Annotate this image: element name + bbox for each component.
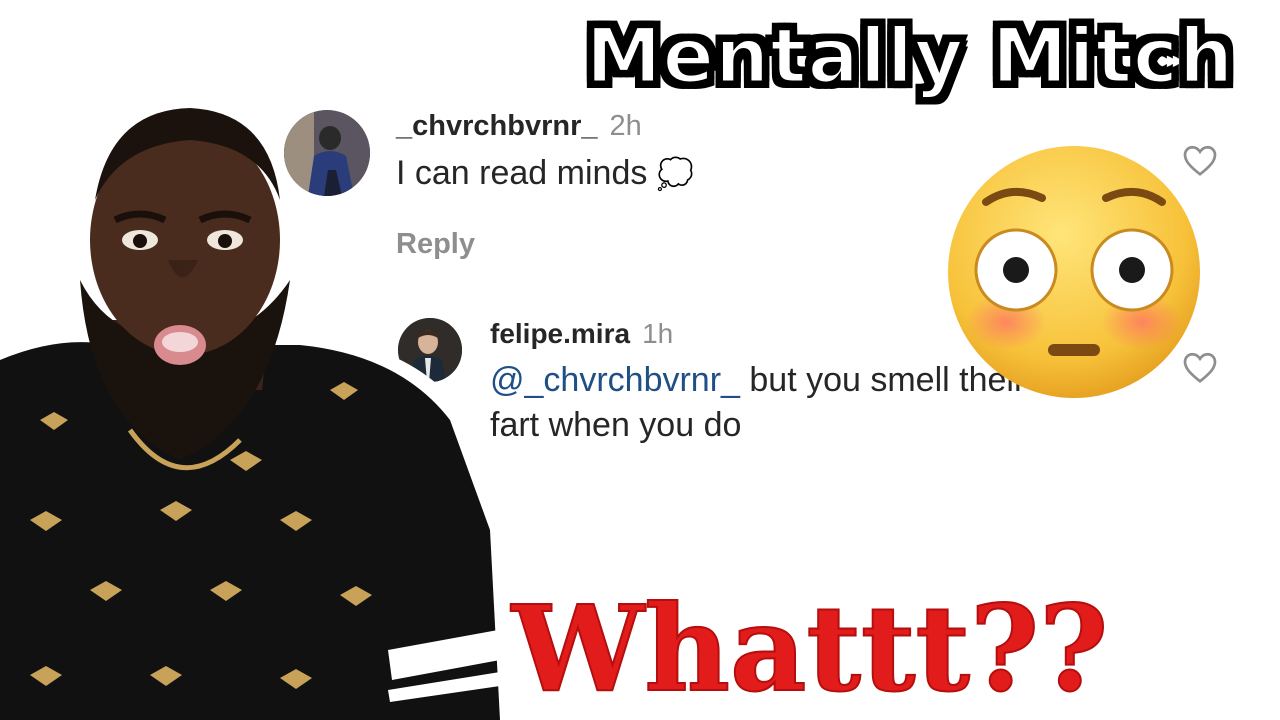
timestamp: 2h [609, 110, 642, 142]
comment-text-line2: fart when you do [490, 406, 742, 444]
video-title-bottom: Whattt?? [511, 578, 1110, 719]
mention-link[interactable]: @_chvrchbvrnr_ [490, 361, 740, 399]
thumbnail-canvas: _chvrchbvrnr_ 2h I can read minds 💭 Repl… [0, 0, 1280, 720]
timestamp: 1h [642, 318, 674, 349]
comment-meta: _chvrchbvrnr_ 2h [396, 110, 1226, 143]
video-title-top: Mentally Mitch [584, 9, 1235, 101]
person-image [0, 108, 510, 720]
thought-balloon-icon: 💭 [656, 158, 695, 191]
flushed-face-emoji [948, 146, 1200, 398]
